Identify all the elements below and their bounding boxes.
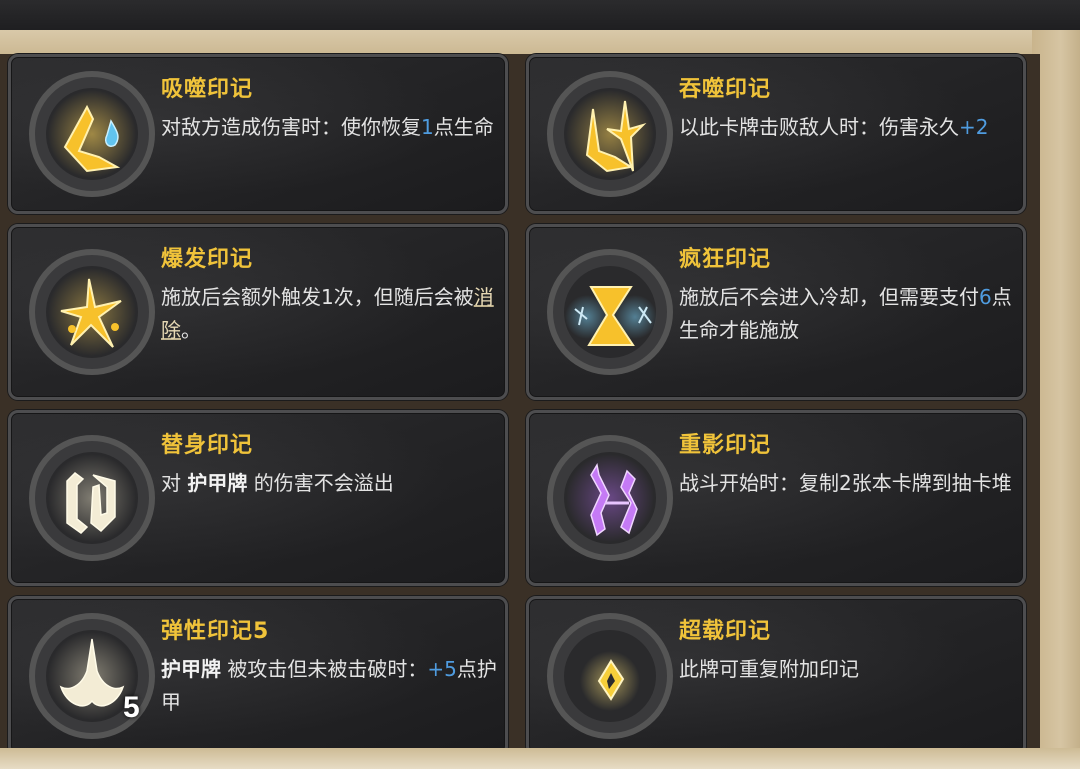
description-text: 施放后会额外触发1次，但随后会被 [161,285,474,309]
description-text: 战斗开始时：复制2张本卡牌到抽卡堆 [679,471,1012,495]
description-text: 被攻击但未被击破时： [221,657,428,681]
value-highlight: +5 [427,657,457,681]
card-title: 重影印记 [679,433,772,458]
card-description: 以此卡牌击败敌人时：伤害永久+2 [679,111,1019,144]
description-text: 的伤害不会溢出 [247,471,394,495]
value-highlight: 6 [979,285,992,309]
description-text: 以此卡牌击败敌人时：伤害永久 [679,115,959,139]
panel-bottom-edge [0,748,1080,769]
card-title: 吞噬印记 [679,77,772,102]
rune-card-absorb[interactable]: 吸噬印记 对敌方造成伤害时：使你恢复1点生命 [8,54,508,214]
ghost-rune-icon [535,423,685,573]
description-text: 对敌方造成伤害时：使你恢复 [161,115,421,139]
value-highlight: +2 [959,115,989,139]
elastic-rune-icon [17,601,167,751]
card-description: 护甲牌 被攻击但未被击破时：+5点护甲 [161,653,501,719]
card-description: 此牌可重复附加印记 [679,653,1019,686]
rune-card-burst[interactable]: 爆发印记 施放后会额外触发1次，但随后会被消除。 [8,224,508,400]
rune-card-elastic[interactable]: 5 弹性印记5 护甲牌 被攻击但未被击破时：+5点护甲 [8,596,508,756]
card-title: 吸噬印记 [161,77,254,102]
description-text: 对 [161,471,188,495]
rune-card-frenzy[interactable]: 疯狂印记 施放后不会进入冷却，但需要支付6点生命才能施放 [526,224,1026,400]
keyword: 护甲牌 [161,657,221,681]
rune-card-devour[interactable]: 吞噬印记 以此卡牌击败敌人时：伤害永久+2 [526,54,1026,214]
description-text: 点生命 [433,115,494,139]
rune-level-badge: 5 [123,691,140,724]
top-bar [0,0,1080,34]
card-title: 疯狂印记 [679,247,772,272]
burst-rune-icon [17,237,167,387]
card-description: 对敌方造成伤害时：使你恢复1点生命 [161,111,501,144]
card-description: 战斗开始时：复制2张本卡牌到抽卡堆 [679,467,1019,500]
card-description: 施放后会额外触发1次，但随后会被消除。 [161,281,501,347]
keyword: 护甲牌 [187,471,248,495]
absorb-rune-icon [17,59,167,209]
rune-card-overload[interactable]: 超载印记 此牌可重复附加印记 [526,596,1026,756]
card-title: 超载印记 [679,619,772,644]
description-text: 。 [181,318,201,342]
value-highlight: 1 [421,115,434,139]
card-description: 施放后不会进入冷却，但需要支付6点生命才能施放 [679,281,1019,347]
overload-rune-icon [535,601,685,751]
card-description: 对 护甲牌 的伤害不会溢出 [161,467,501,500]
rune-card-ghost[interactable]: 重影印记 战斗开始时：复制2张本卡牌到抽卡堆 [526,410,1026,586]
card-title: 爆发印记 [161,247,254,272]
frenzy-rune-icon [535,237,685,387]
description-text: 此牌可重复附加印记 [679,657,859,681]
devour-rune-icon [535,59,685,209]
card-title: 替身印记 [161,433,254,458]
description-text: 施放后不会进入冷却，但需要支付 [679,285,979,309]
substitute-rune-icon [17,423,167,573]
card-title: 弹性印记5 [161,619,270,644]
rune-card-substitute[interactable]: 替身印记 对 护甲牌 的伤害不会溢出 [8,410,508,586]
